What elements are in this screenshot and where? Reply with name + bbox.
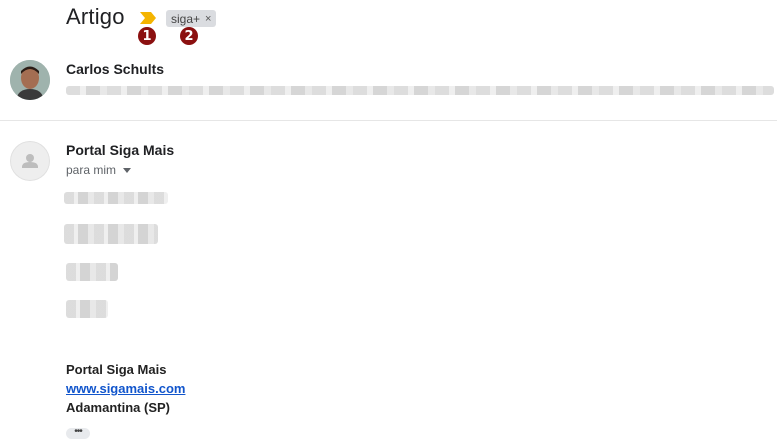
callout-marker-1: 1 xyxy=(138,27,156,45)
signature-name: Portal Siga Mais xyxy=(66,362,167,377)
message-body-redacted xyxy=(64,192,168,204)
recipient-details-toggle[interactable]: para mim xyxy=(66,163,132,177)
callout-marker-2: 2 xyxy=(180,27,198,45)
sender-name[interactable]: Portal Siga Mais xyxy=(66,142,174,158)
chevron-down-icon xyxy=(123,167,132,173)
message-snippet-redacted[interactable] xyxy=(66,86,774,95)
message-body-redacted xyxy=(66,300,108,318)
remove-label-icon[interactable]: × xyxy=(205,13,211,25)
sender-name[interactable]: Carlos Schults xyxy=(66,61,164,77)
importance-marker-icon[interactable] xyxy=(139,11,157,25)
message-body-redacted xyxy=(64,224,158,244)
signature-city: Adamantina (SP) xyxy=(66,400,171,415)
person-icon xyxy=(10,141,50,181)
message-divider xyxy=(0,120,777,121)
email-subject: Artigo xyxy=(66,4,125,29)
message-body-redacted xyxy=(66,263,118,281)
avatar xyxy=(10,141,50,181)
label-chip-siga: siga+ × xyxy=(166,10,217,27)
avatar xyxy=(10,60,50,100)
user-photo-icon xyxy=(10,60,50,100)
show-trimmed-content-button[interactable]: ••• xyxy=(66,427,90,439)
signature-website-link[interactable]: www.sigamais.com xyxy=(66,381,185,396)
recipient-label: para mim xyxy=(66,163,117,177)
label-chip-text: siga+ xyxy=(171,11,201,26)
